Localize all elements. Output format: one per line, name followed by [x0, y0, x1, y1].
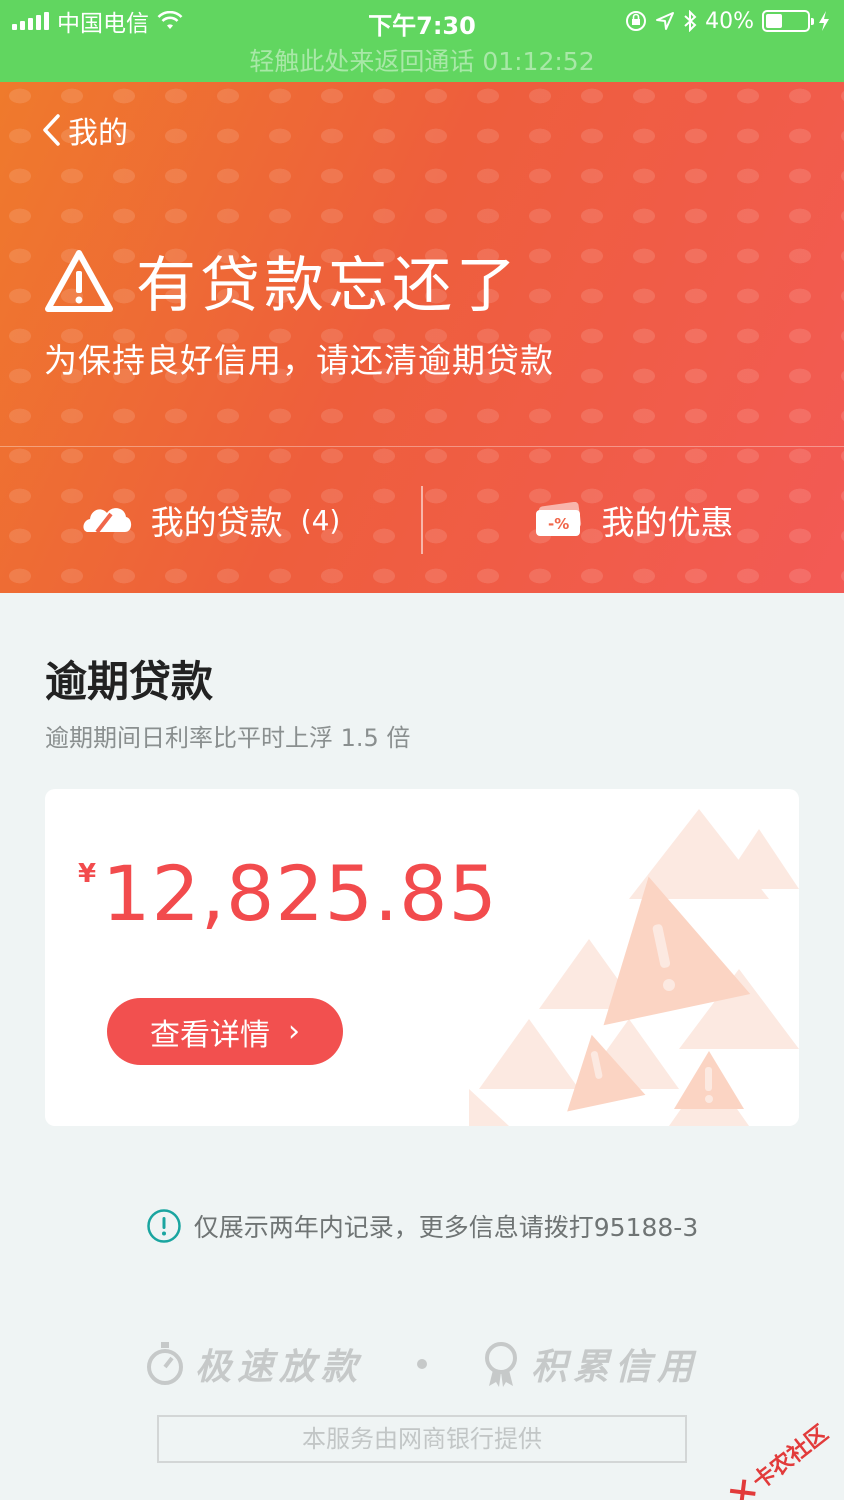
coupon-icon: -%	[535, 502, 581, 536]
info-icon	[147, 1209, 181, 1243]
brand-fast-loan: 极速放款	[145, 1338, 363, 1390]
alert-row: 有贷款忘还了	[44, 237, 520, 324]
alert-subtitle: 为保持良好信用，请还清逾期贷款	[44, 341, 554, 380]
currency-symbol: ¥	[78, 859, 97, 889]
brand-build-credit: 积累信用	[481, 1338, 699, 1390]
brand-separator	[417, 1359, 427, 1369]
tab-my-coupons[interactable]: -% 我的优惠	[423, 447, 844, 593]
bluetooth-icon	[684, 10, 697, 32]
status-right: 40%	[625, 6, 830, 36]
tab-my-coupons-label: 我的优惠	[601, 503, 734, 542]
header-tabs: 我的贷款 (4) -% 我的优惠	[0, 447, 844, 593]
view-details-button[interactable]: 查看详情 ›	[107, 998, 343, 1065]
brand-row: 极速放款 积累信用	[0, 1338, 844, 1390]
battery-percent: 40%	[705, 8, 754, 34]
charging-icon	[819, 11, 829, 31]
notice-text: 仅展示两年内记录，更多信息请拨打95188-3	[193, 1213, 699, 1242]
chevron-right-icon: ›	[288, 1014, 300, 1049]
tab-my-loans-label: 我的贷款	[150, 503, 283, 542]
cloud-loan-icon	[83, 508, 131, 534]
loan-count: (4)	[300, 503, 341, 537]
overdue-card: ¥ 12,825.85 查看详情 ›	[45, 789, 799, 1126]
return-to-call-banner[interactable]: 轻触此处来返回通话 01:12:52	[0, 42, 844, 78]
chevron-left-icon	[43, 114, 60, 146]
back-button[interactable]: 我的	[40, 108, 128, 152]
view-details-label: 查看详情	[150, 1017, 270, 1053]
brand-fast-loan-label: 极速放款	[194, 1347, 363, 1388]
overdue-header: 我的 有贷款忘还了 为保持良好信用，请还清逾期贷款 我的贷款 (4) -% 我的…	[0, 82, 844, 593]
back-label: 我的	[68, 116, 128, 151]
location-icon	[656, 12, 675, 30]
warning-pattern-decoration	[469, 809, 799, 1126]
watermark-text: 卡农社区	[748, 1421, 834, 1495]
watermark: 卡农社区	[724, 1416, 834, 1500]
section-subtitle: 逾期期间日利率比平时上浮 1.5 倍	[45, 724, 411, 752]
amount-value: 12,825.85	[102, 849, 498, 938]
status-bar: 中国电信 下午7:30 40% 轻触此处来返回通话 01:12:52	[0, 0, 844, 82]
svg-text:-%: -%	[548, 515, 569, 533]
alert-title: 有贷款忘还了	[136, 251, 520, 321]
section-title: 逾期贷款	[45, 657, 214, 706]
overdue-amount: ¥ 12,825.85	[78, 849, 498, 938]
provider-box: 本服务由网商银行提供	[157, 1415, 687, 1463]
medal-icon	[485, 1342, 517, 1387]
stopwatch-icon	[146, 1342, 183, 1385]
brand-build-credit-label: 积累信用	[531, 1347, 700, 1388]
battery-icon	[762, 10, 814, 32]
tab-my-loans[interactable]: 我的贷款 (4)	[0, 447, 421, 593]
warning-icon	[45, 249, 113, 312]
orientation-lock-icon	[626, 11, 647, 31]
records-notice: 仅展示两年内记录，更多信息请拨打95188-3	[0, 1208, 844, 1244]
